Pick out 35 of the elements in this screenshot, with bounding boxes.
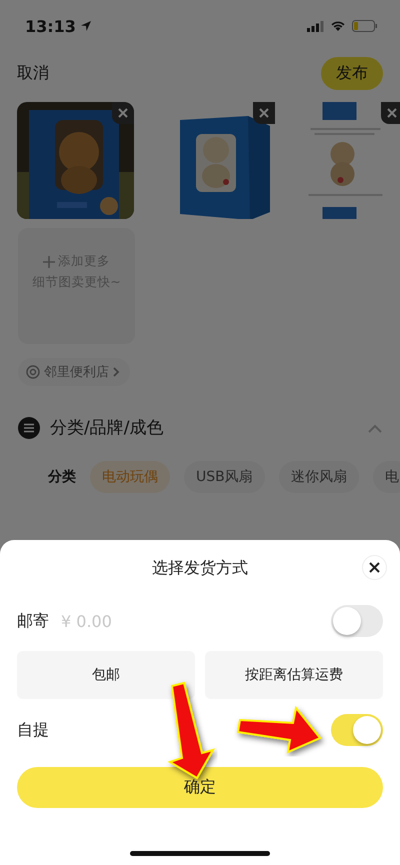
option-label: 邮寄 [17,610,49,632]
publish-button[interactable]: 发布 [321,56,383,90]
category-chip[interactable]: 电动玩偶 [90,461,170,493]
option-label: 自提 [17,720,49,740]
category-chip[interactable]: USB风扇 [184,461,265,493]
close-button[interactable] [362,555,387,580]
category-chip[interactable]: 迷你风扇 [278,461,359,493]
category-chip[interactable]: 电 [372,461,400,493]
delete-photo-button[interactable] [381,102,400,124]
cancel-button[interactable]: 取消 [17,62,49,84]
sheet-title: 选择发货方式 [152,558,248,578]
close-icon [118,108,128,118]
toggle-switch[interactable] [331,714,383,746]
location-pin-icon [26,365,40,379]
section-title: 分类/品牌/成色 [50,417,164,439]
battery-icon [352,20,378,32]
close-icon [259,108,269,118]
location-icon [80,20,92,32]
plus-icon [43,256,55,268]
wifi-icon [330,20,346,32]
shipping-option-button[interactable]: 包邮 [17,651,195,699]
category-label: 分类 [48,468,76,486]
location-chip[interactable]: 邻里便利店 [18,358,130,386]
status-time: 13:13 [25,16,76,36]
signal-icon [307,20,324,32]
delete-photo-button[interactable] [253,102,275,124]
shipping-option-button[interactable]: 按距离估算运费 [205,651,383,699]
toggle-switch[interactable] [331,605,383,637]
delete-photo-button[interactable] [112,102,134,124]
location-label: 邻里便利店 [44,364,109,381]
chevron-right-icon [113,367,120,377]
confirm-button[interactable]: 确定 [17,767,383,808]
close-icon [387,108,397,118]
category-icon [18,416,40,438]
close-icon [369,562,380,573]
